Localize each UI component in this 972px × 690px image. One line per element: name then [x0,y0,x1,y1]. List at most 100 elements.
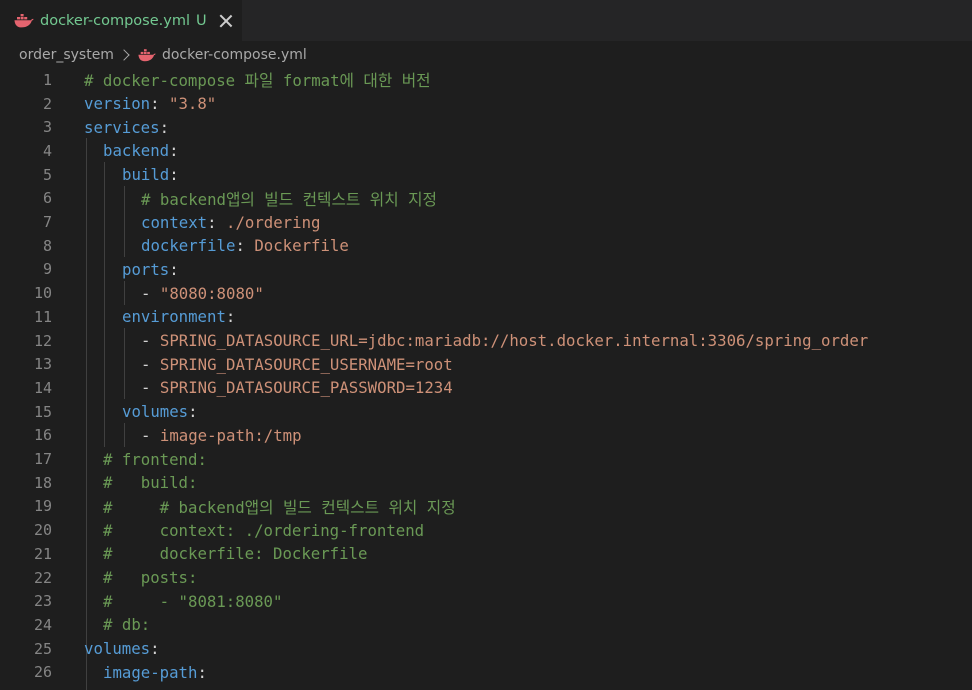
line-number: 22 [33,568,52,587]
code-token: image-path:/tmp [159,425,302,445]
code-token: # posts: [103,568,198,588]
code-text: ports: [122,260,179,279]
code-text: - image-path:/tmp [141,426,302,445]
code-token: # dockerfile: Dockerfile [103,544,368,564]
code-text: backend: [103,141,179,160]
code-line[interactable]: 16 - image-path:/tmp [0,424,972,448]
code-line[interactable]: 13 - SPRING_DATASOURCE_USERNAME=root [0,352,972,376]
line-number: 3 [42,118,52,137]
code-line[interactable]: 15 volumes: [0,400,972,424]
code-line[interactable]: 8 dockerfile: Dockerfile [0,234,972,258]
code-line[interactable]: 1 # docker-compose 파일 format에 대한 버전 [0,68,972,92]
code-text: - SPRING_DATASOURCE_PASSWORD=1234 [141,378,453,397]
code-line[interactable]: 7 context: ./ordering [0,210,972,234]
code-text: # build: [103,473,197,492]
line-number: 4 [42,141,52,160]
code-token: dockerfile [141,236,236,256]
line-number: 9 [42,260,52,279]
line-number: 2 [42,94,52,113]
vertical-scrollbar[interactable] [958,67,972,690]
breadcrumb: order_system docker-compose.yml [0,43,972,67]
code-line[interactable]: 17 # frontend: [0,447,972,471]
code-token: volumes [122,402,189,422]
code-line[interactable]: 10 - "8080:8080" [0,281,972,305]
code-line[interactable]: 22 # posts: [0,566,972,590]
code-token: "8080:8080" [159,283,264,303]
code-token: : [197,662,207,682]
code-text: version: "3.8" [84,94,216,113]
code-text: context: ./ordering [141,213,320,232]
code-line[interactable]: 2 version: "3.8" [0,92,972,116]
code-line[interactable]: 21 # dockerfile: Dockerfile [0,542,972,566]
code-line[interactable]: 26 image-path: [0,661,972,685]
code-line[interactable]: 6 # backend앱의 빌드 컨텍스트 위치 지정 [0,187,972,211]
code-token: build [122,165,170,185]
code-token: services [84,117,160,137]
code-token: : [207,212,227,232]
code-line[interactable]: 14 - SPRING_DATASOURCE_PASSWORD=1234 [0,376,972,400]
line-number: 18 [33,473,52,492]
code-token: : [150,639,160,659]
breadcrumb-folder[interactable]: order_system [19,47,114,63]
code-token: : [159,117,170,137]
line-number: 21 [33,544,52,563]
code-line[interactable]: 20 # context: ./ordering-frontend [0,518,972,542]
code-token: SPRING_DATASOURCE_URL=jdbc:mariadb://hos… [159,331,869,351]
git-status-badge: U [195,12,207,29]
code-editor[interactable]: 1 # docker-compose 파일 format에 대한 버전 2 versi… [0,67,972,690]
code-line[interactable]: 25 volumes: [0,637,972,661]
breadcrumb-file[interactable]: docker-compose.yml [162,47,307,63]
line-number: 15 [33,402,52,421]
code-token: context [141,212,208,232]
code-line[interactable]: 5 build: [0,163,972,187]
code-token: # context: ./ordering-frontend [103,520,425,540]
line-number: 20 [33,521,52,540]
code-token: # # backend앱의 빌드 컨텍스트 위치 지정 [103,497,456,517]
tab-docker-compose[interactable]: docker-compose.yml U [0,0,242,41]
code-text: - "8080:8080" [141,284,264,303]
code-text: # backend앱의 빌드 컨텍스트 위치 지정 [141,187,437,210]
code-text: # context: ./ordering-frontend [103,521,424,540]
code-text: # # backend앱의 빌드 컨텍스트 위치 지정 [103,495,456,518]
editor-tab-bar: docker-compose.yml U [0,0,972,41]
code-line[interactable]: 18 # build: [0,471,972,495]
code-line[interactable]: 19 # # backend앱의 빌드 컨텍스트 위치 지정 [0,495,972,519]
code-token: # db: [103,615,151,635]
code-text: services: [84,118,169,137]
code-line[interactable]: 23 # - "8081:8080" [0,589,972,613]
code-text: volumes: [122,402,198,421]
line-number: 24 [33,615,52,634]
code-token: volumes [84,639,151,659]
code-line[interactable]: 24 # db: [0,613,972,637]
line-number: 23 [33,592,52,611]
close-icon[interactable] [219,14,233,28]
code-line[interactable]: 9 ports: [0,258,972,282]
code-token: # docker-compose 파일 format에 대한 버전 [84,71,431,91]
code-line[interactable]: 12 - SPRING_DATASOURCE_URL=jdbc:mariadb:/… [0,329,972,353]
line-number: 11 [33,307,52,326]
line-number: 19 [33,497,52,516]
code-line[interactable]: 3 services: [0,115,972,139]
line-number: 7 [42,213,52,232]
code-line[interactable]: 4 backend: [0,139,972,163]
code-token: # frontend: [103,449,207,469]
code-token: : [169,141,179,161]
line-number: 14 [33,378,52,397]
code-token: - [141,354,160,374]
code-text: environment: [122,307,235,326]
chevron-right-icon [118,49,130,61]
line-number: 5 [42,165,52,184]
code-line[interactable]: 11 environment: [0,305,972,329]
code-token: environment [122,307,226,327]
code-token: - [141,378,160,398]
code-text: # - "8081:8080" [103,592,282,611]
code-text: # dockerfile: Dockerfile [103,544,367,563]
code-token: : [235,236,255,256]
code-token: : [188,402,198,422]
code-token: image-path [103,662,198,682]
code-token: # - "8081:8080" [103,591,283,611]
code-text: # db: [103,615,150,634]
line-number: 26 [33,663,52,682]
code-token: # backend앱의 빌드 컨텍스트 위치 지정 [141,189,437,209]
code-token: : [169,259,179,279]
